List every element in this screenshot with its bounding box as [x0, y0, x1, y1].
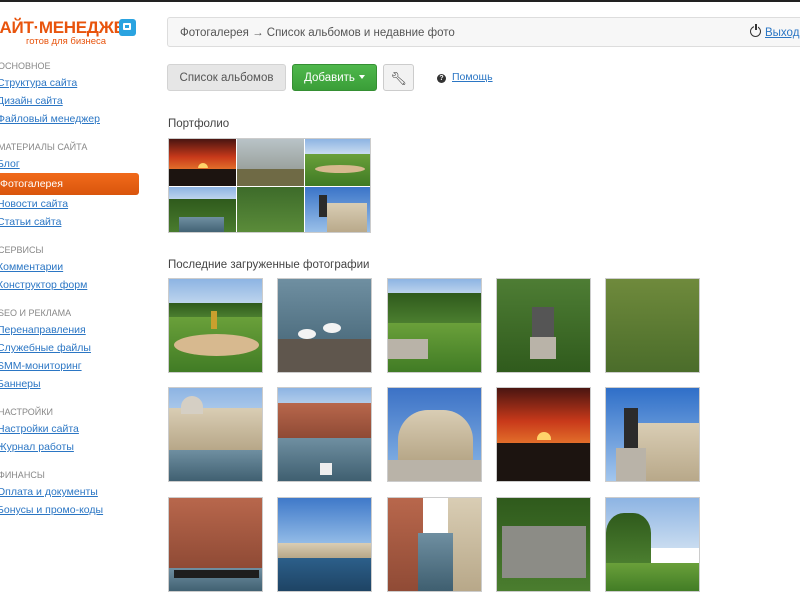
- photo-thumb[interactable]: [277, 278, 372, 373]
- sidebar-item-redirects[interactable]: Перенаправления: [0, 321, 140, 339]
- sidebar-item-gallery[interactable]: Фотогалерея: [0, 173, 139, 195]
- logo[interactable]: САЙТ·МЕНЕДЖЕР готов для бизнеса: [0, 18, 138, 48]
- photo-thumb[interactable]: [605, 387, 700, 482]
- power-icon: [750, 23, 761, 37]
- photo-thumb[interactable]: [387, 497, 482, 592]
- photo-thumb[interactable]: [387, 387, 482, 482]
- album-thumb: [305, 139, 370, 186]
- logo-title: САЙТ·МЕНЕДЖЕР: [0, 18, 136, 37]
- nav-section-title: Материалы сайта: [0, 142, 88, 152]
- help-link[interactable]: Помощь: [452, 71, 493, 83]
- sidebar-item-blog[interactable]: Блог: [0, 155, 140, 173]
- album-thumb: [305, 187, 370, 232]
- album-cover[interactable]: [168, 138, 371, 233]
- nav-section-title: Финансы: [0, 470, 45, 480]
- help: ? Помощь: [437, 64, 493, 91]
- logo-window-icon: [119, 19, 136, 36]
- nav-section-title: Сервисы: [0, 245, 44, 255]
- sidebar-nav: Основное Структура сайта Дизайн сайта Фа…: [0, 58, 140, 519]
- breadcrumb-bar: Фотогалерея → Список альбомов и недавние…: [167, 17, 800, 47]
- photo-thumb[interactable]: [277, 387, 372, 482]
- sidebar-item-site-settings[interactable]: Настройки сайта: [0, 420, 140, 438]
- sidebar-item-smm[interactable]: SMM-мониторинг: [0, 357, 140, 375]
- sidebar-item-payment[interactable]: Оплата и документы: [0, 483, 140, 501]
- logout: Выход: [750, 18, 799, 48]
- album-section-title: Портфолио: [168, 118, 230, 130]
- photo-thumb[interactable]: [168, 278, 263, 373]
- logout-link[interactable]: Выход: [765, 27, 799, 39]
- wrench-icon: 🔧︎: [390, 71, 407, 86]
- recent-section-title: Последние загруженные фотографии: [168, 259, 370, 271]
- photo-thumb[interactable]: [168, 387, 263, 482]
- photo-thumb[interactable]: [605, 497, 700, 592]
- album-thumb: [237, 187, 304, 232]
- settings-button[interactable]: 🔧︎: [383, 64, 414, 91]
- photo-thumb[interactable]: [277, 497, 372, 592]
- nav-section-title: SEO и реклама: [0, 308, 72, 318]
- sidebar-item-file-manager[interactable]: Файловый менеджер: [0, 110, 140, 128]
- sidebar: САЙТ·МЕНЕДЖЕР готов для бизнеса Основное…: [0, 0, 140, 600]
- chevron-down-icon: [358, 75, 365, 79]
- photo-thumb[interactable]: [496, 278, 591, 373]
- photo-thumb[interactable]: [387, 278, 482, 373]
- photo-thumb[interactable]: [168, 497, 263, 592]
- nav-section-title: Настройки: [0, 407, 53, 417]
- nav-section-title: Основное: [0, 61, 51, 71]
- albums-list-button[interactable]: Список альбомов: [167, 64, 286, 91]
- sidebar-item-articles[interactable]: Статьи сайта: [0, 213, 140, 231]
- sidebar-item-banners[interactable]: Баннеры: [0, 375, 140, 393]
- album-thumb: [169, 187, 236, 232]
- sidebar-item-form-builder[interactable]: Конструктор форм: [0, 276, 140, 294]
- sidebar-item-bonuses[interactable]: Бонусы и промо-коды: [0, 501, 140, 519]
- breadcrumb: Фотогалерея → Список альбомов и недавние…: [180, 27, 455, 39]
- sidebar-item-design[interactable]: Дизайн сайта: [0, 92, 140, 110]
- sidebar-item-log[interactable]: Журнал работы: [0, 438, 140, 456]
- add-button-label: Добавить: [304, 72, 355, 84]
- sidebar-item-service-files[interactable]: Служебные файлы: [0, 339, 140, 357]
- sidebar-item-comments[interactable]: Комментарии: [0, 258, 140, 276]
- photo-thumb[interactable]: [496, 387, 591, 482]
- sidebar-item-structure[interactable]: Структура сайта: [0, 74, 140, 92]
- album-thumb: [169, 139, 236, 186]
- album-thumb: [237, 139, 304, 186]
- logo-subtitle: готов для бизнеса: [26, 36, 107, 47]
- add-button[interactable]: Добавить: [292, 64, 377, 91]
- photo-thumb[interactable]: [496, 497, 591, 592]
- question-icon: ?: [437, 74, 446, 83]
- photo-thumb[interactable]: [605, 278, 700, 373]
- sidebar-item-news[interactable]: Новости сайта: [0, 195, 140, 213]
